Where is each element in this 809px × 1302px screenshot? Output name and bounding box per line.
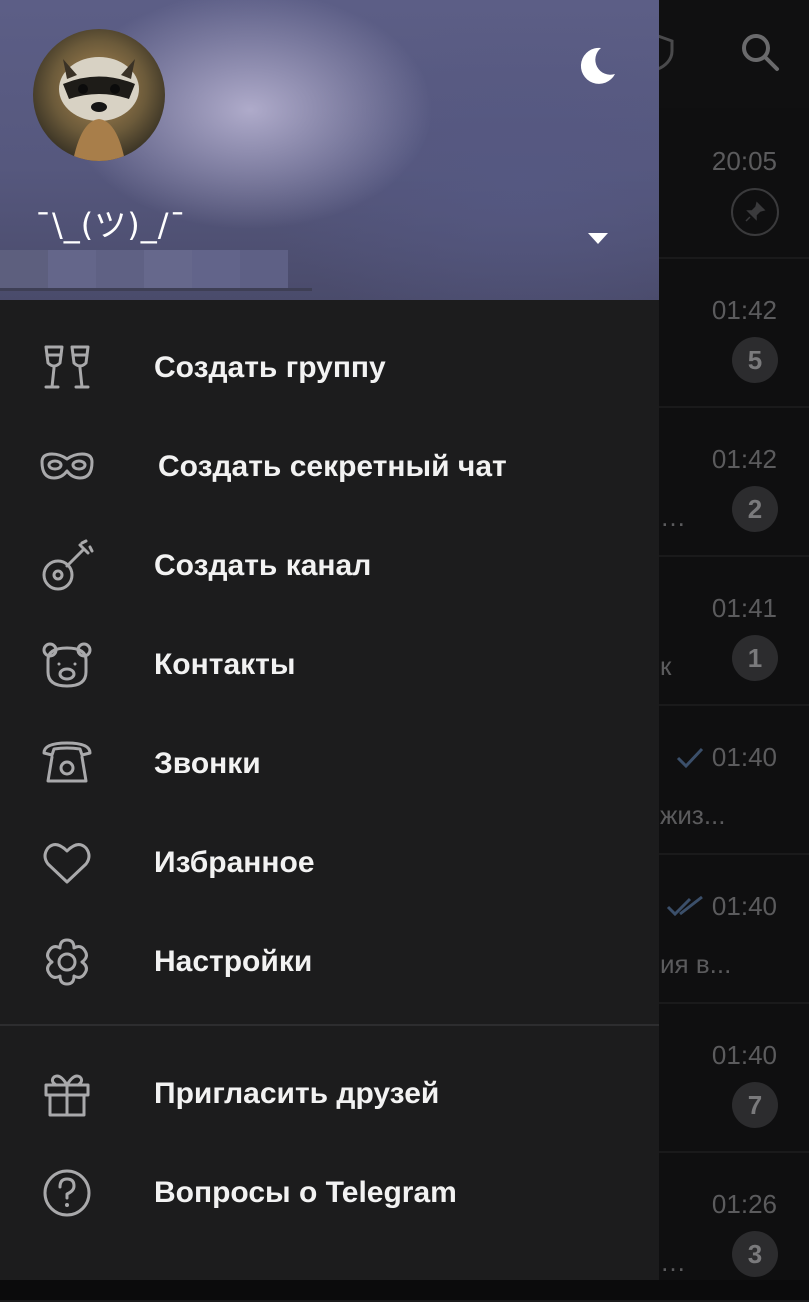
chat-snippet: ия в... xyxy=(660,949,732,979)
unread-badge: 5 xyxy=(732,337,778,383)
menu-item-guitar[interactable]: Создать канал xyxy=(0,516,659,615)
bear-icon xyxy=(38,636,96,694)
chat-time: 01:26 xyxy=(712,1189,777,1220)
chat-time-text: 01:41 xyxy=(711,593,777,623)
gift-icon xyxy=(38,1065,96,1123)
menu-item-heart[interactable]: Избранное xyxy=(0,813,659,912)
question-circle-icon xyxy=(38,1164,96,1222)
menu-item-label: Звонки xyxy=(154,746,261,780)
chat-time-text: 01:40 xyxy=(711,891,777,921)
double-check-icon xyxy=(666,895,704,919)
chat-time: 01:42 xyxy=(712,295,777,326)
telephone-icon xyxy=(38,735,96,793)
menu-item-label: Избранное xyxy=(154,845,315,879)
menu-item-flower-gear[interactable]: Настройки xyxy=(0,912,659,1011)
chat-time: 01:40 xyxy=(676,742,777,773)
chat-time: 01:40 xyxy=(666,891,777,922)
chevron-down-icon[interactable] xyxy=(586,230,610,246)
chat-time: 01:42 xyxy=(712,444,777,475)
menu-item-wine-glasses[interactable]: Создать группу xyxy=(0,318,659,417)
chat-time: 01:41 xyxy=(712,593,777,624)
menu-item-mask[interactable]: Создать секретный чат xyxy=(0,417,659,516)
chat-time-text: 20:05 xyxy=(711,146,777,176)
chat-time: 20:05 xyxy=(712,146,777,177)
drawer-header: ¯\_(ツ)_/¯ xyxy=(0,0,659,300)
menu-item-label: Настройки xyxy=(154,944,313,978)
header-underline xyxy=(0,288,312,291)
heart-icon xyxy=(38,834,96,892)
chat-snippet: к xyxy=(660,651,672,681)
menu-item-telephone[interactable]: Звонки xyxy=(0,714,659,813)
navigation-drawer: ¯\_(ツ)_/¯ Создать группу Создать секретны… xyxy=(0,0,659,1280)
drawer-menu-secondary: Пригласить друзей Вопросы о Telegram xyxy=(0,1044,659,1242)
menu-item-question-circle[interactable]: Вопросы о Telegram xyxy=(0,1143,659,1242)
chat-time-text: 01:40 xyxy=(711,742,777,772)
menu-item-label: Создать группу xyxy=(154,350,386,384)
menu-item-label: Вопросы о Telegram xyxy=(154,1175,457,1209)
menu-item-label: Контакты xyxy=(154,647,296,681)
search-icon[interactable] xyxy=(738,30,782,74)
menu-item-label: Пригласить друзей xyxy=(154,1076,440,1110)
menu-item-label: Создать секретный чат xyxy=(158,449,507,483)
mask-icon xyxy=(38,438,96,496)
menu-divider xyxy=(0,1024,659,1026)
pin-icon xyxy=(731,188,779,236)
menu-item-label: Создать канал xyxy=(154,548,372,582)
chat-snippet: … xyxy=(660,502,686,532)
phone-number-blurred xyxy=(0,250,290,288)
chat-snippet: … xyxy=(660,1247,686,1277)
check-icon xyxy=(676,746,704,770)
menu-item-gift[interactable]: Пригласить друзей xyxy=(0,1044,659,1143)
chat-time-text: 01:26 xyxy=(711,1189,777,1219)
chat-time-text: 01:42 xyxy=(711,444,777,474)
menu-item-bear[interactable]: Контакты xyxy=(0,615,659,714)
drawer-menu: Создать группу Создать секретный чат Созда… xyxy=(0,318,659,1011)
chat-snippet: жиз... xyxy=(660,800,726,830)
chat-time: 01:40 xyxy=(712,1040,777,1071)
unread-badge: 7 xyxy=(732,1082,778,1128)
guitar-icon xyxy=(38,537,96,595)
chat-time-text: 01:42 xyxy=(711,295,777,325)
flower-gear-icon xyxy=(38,933,96,991)
avatar[interactable] xyxy=(33,29,165,161)
profile-name: ¯\_(ツ)_/¯ xyxy=(35,206,187,244)
chat-time-text: 01:40 xyxy=(711,1040,777,1070)
wine-glasses-icon xyxy=(38,339,96,397)
unread-badge: 2 xyxy=(732,486,778,532)
unread-badge: 1 xyxy=(732,635,778,681)
unread-badge: 3 xyxy=(732,1231,778,1277)
night-mode-moon-icon[interactable] xyxy=(571,40,621,90)
